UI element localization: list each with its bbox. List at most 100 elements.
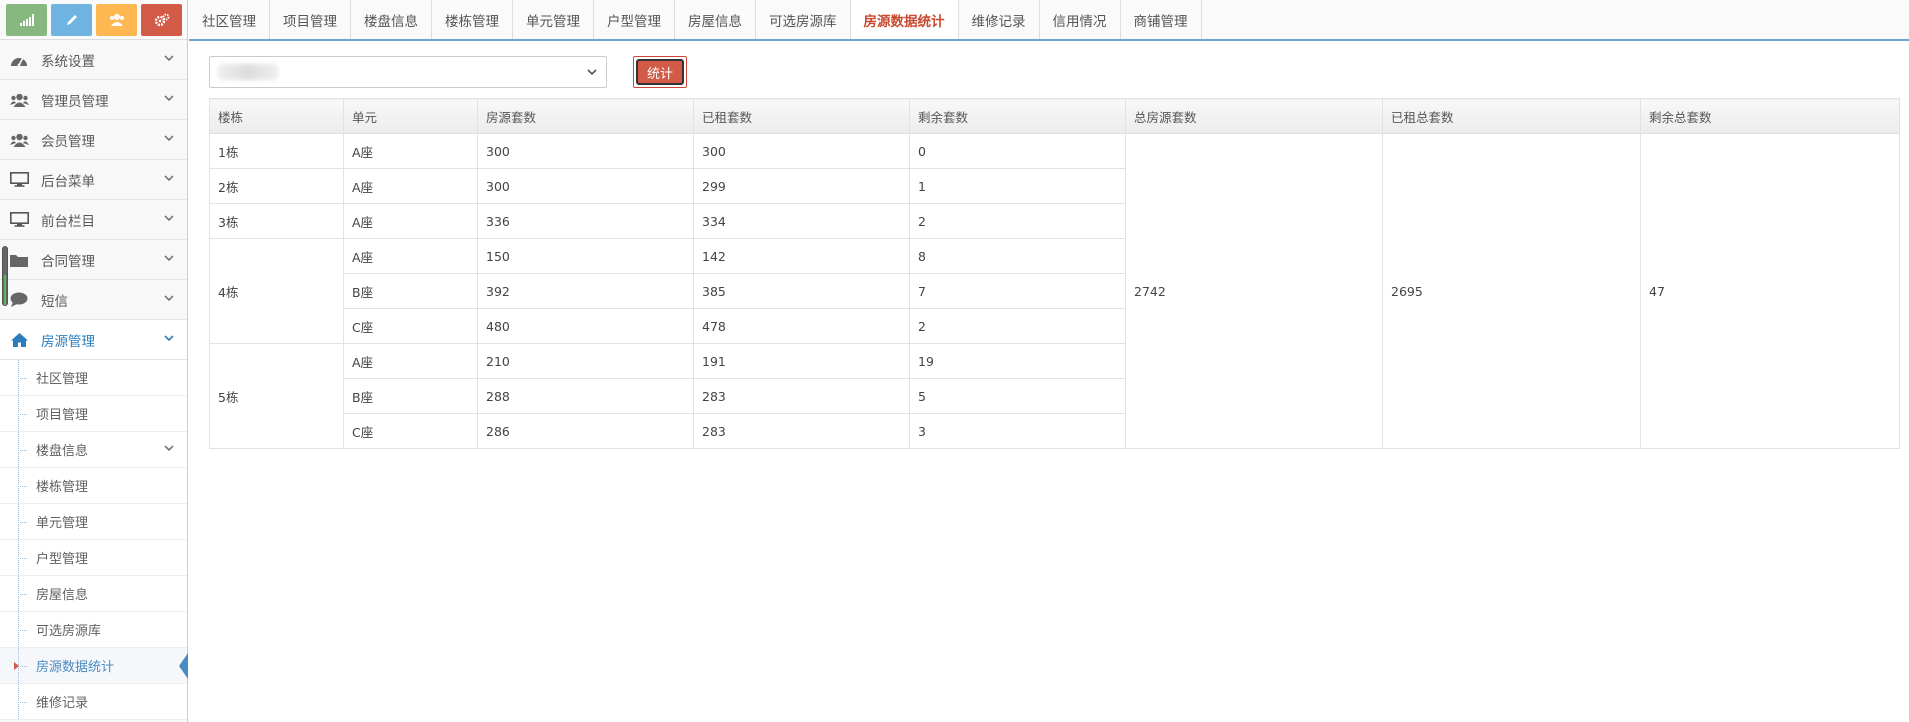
column-header-4[interactable]: 剩余套数 xyxy=(909,98,1126,134)
users-icon xyxy=(109,14,124,26)
cell-total: 150 xyxy=(477,238,694,274)
submenu-item-label: 可选房源库 xyxy=(36,624,102,639)
main-menu: 系统设置 管理员管理 会员管理 后台菜单 前台栏目 合同管理 短信 房源管理 社区管理 项目管理楼… xyxy=(0,40,188,720)
menu-item-6[interactable]: 短信 xyxy=(0,280,187,320)
submenu-item-1[interactable]: 项目管理 xyxy=(0,396,187,432)
chevron-down-icon xyxy=(164,175,174,182)
tab-0[interactable]: 社区管理 xyxy=(189,0,270,39)
cell-rented: 300 xyxy=(693,133,910,169)
column-header-0[interactable]: 楼栋 xyxy=(209,98,344,134)
chevron-down-icon xyxy=(164,445,174,452)
chevron-down-icon xyxy=(164,335,174,342)
tab-7[interactable]: 可选房源库 xyxy=(756,0,851,39)
submenu-item-4[interactable]: 单元管理 xyxy=(0,504,187,540)
menu-item-label: 房源管理 xyxy=(41,333,95,350)
cell-total: 286 xyxy=(477,413,694,449)
chevron-down-icon xyxy=(164,295,174,302)
submenu-item-8[interactable]: 房源数据统计 xyxy=(0,648,188,684)
users-icon xyxy=(10,93,32,107)
cell-remaining: 19 xyxy=(909,343,1126,379)
column-header-1[interactable]: 单元 xyxy=(343,98,478,134)
pencil-icon xyxy=(66,14,77,25)
cell-total: 300 xyxy=(477,168,694,204)
cell-total: 210 xyxy=(477,343,694,379)
tab-3[interactable]: 楼栋管理 xyxy=(432,0,513,39)
cell-total: 288 xyxy=(477,378,694,414)
submenu-item-label: 房屋信息 xyxy=(36,588,89,603)
cell-total: 300 xyxy=(477,133,694,169)
submenu-item-6[interactable]: 房屋信息 xyxy=(0,576,187,612)
cell-remaining: 8 xyxy=(909,238,1126,274)
submenu-item-label: 房源数据统计 xyxy=(36,660,115,675)
cell-building: 1栋 xyxy=(209,133,344,169)
main-content: 统计 楼栋 单元 房源套数 已租套数 剩余套数 总房源套数 已租总套数 剩余总套数 1栋 A座 3… xyxy=(209,56,1900,449)
column-header-6[interactable]: 已租总套数 xyxy=(1382,98,1641,134)
tab-9[interactable]: 维修记录 xyxy=(958,0,1040,39)
menu-item-label: 合同管理 xyxy=(41,253,95,270)
cell-unit: A座 xyxy=(343,343,478,379)
submenu-item-5[interactable]: 户型管理 xyxy=(0,540,187,576)
tab-1[interactable]: 项目管理 xyxy=(270,0,351,39)
submenu-item-label: 户型管理 xyxy=(36,552,89,567)
desktop-icon xyxy=(10,172,32,187)
cell-unit: A座 xyxy=(343,203,478,239)
chevron-down-icon xyxy=(164,55,174,62)
cell-total: 392 xyxy=(477,273,694,309)
menu-item-1[interactable]: 管理员管理 xyxy=(0,80,187,120)
submenu-item-2[interactable]: 楼盘信息 xyxy=(0,432,187,468)
cell-total: 336 xyxy=(477,203,694,239)
cell-rented: 191 xyxy=(693,343,910,379)
cell-rented: 478 xyxy=(693,308,910,344)
menu-item-5[interactable]: 合同管理 xyxy=(0,240,187,280)
cell-unit: B座 xyxy=(343,378,478,414)
submenu-housing: 社区管理项目管理 楼盘信息楼栋管理单元管理户型管理房屋信息可选房源库房源数据统计维… xyxy=(0,360,188,720)
tab-11[interactable]: 商铺管理 xyxy=(1120,0,1202,39)
shortcut-edit-button[interactable] xyxy=(51,3,92,36)
stat-button-label: 统计 xyxy=(636,59,684,85)
submenu-item-label: 单元管理 xyxy=(36,516,89,531)
tab-8[interactable]: 房源数据统计 xyxy=(850,0,959,39)
cell-summary-total: 2742 xyxy=(1125,133,1383,449)
column-header-5[interactable]: 总房源套数 xyxy=(1125,98,1383,134)
submenu-item-label: 楼栋管理 xyxy=(36,480,89,495)
table-row: 1栋 A座 300 300 0 2742 2695 47 xyxy=(209,133,1900,449)
statistics-table: 楼栋 单元 房源套数 已租套数 剩余套数 总房源套数 已租总套数 剩余总套数 1栋 A座 300 3… xyxy=(209,98,1900,449)
stat-button[interactable]: 统计 xyxy=(633,56,687,88)
menu-item-label: 管理员管理 xyxy=(41,93,109,110)
submenu-item-label: 社区管理 xyxy=(36,372,89,387)
column-header-7[interactable]: 剩余总套数 xyxy=(1640,98,1900,134)
cell-unit: C座 xyxy=(343,413,478,449)
shortcut-stats-button[interactable] xyxy=(6,3,47,36)
community-select[interactable] xyxy=(209,56,607,88)
tab-4[interactable]: 单元管理 xyxy=(513,0,594,39)
tab-6[interactable]: 房屋信息 xyxy=(675,0,756,39)
sidebar-scroll-handle[interactable] xyxy=(2,246,8,306)
menu-item-label: 会员管理 xyxy=(41,133,95,150)
menu-item-7[interactable]: 房源管理 xyxy=(0,320,187,360)
chevron-down-icon xyxy=(164,215,174,222)
tab-2[interactable]: 楼盘信息 xyxy=(351,0,432,39)
folder-icon xyxy=(10,253,32,267)
cell-summary-rented: 2695 xyxy=(1382,133,1641,449)
menu-item-label: 后台菜单 xyxy=(41,173,95,190)
shortcut-settings-button[interactable] xyxy=(141,3,182,36)
cell-rented: 142 xyxy=(693,238,910,274)
menu-item-2[interactable]: 会员管理 xyxy=(0,120,187,160)
shortcut-users-button[interactable] xyxy=(96,3,137,36)
chevron-down-icon xyxy=(587,69,597,76)
column-header-3[interactable]: 已租套数 xyxy=(693,98,910,134)
submenu-item-0[interactable]: 社区管理 xyxy=(0,360,187,396)
cell-remaining: 7 xyxy=(909,273,1126,309)
users-icon xyxy=(10,133,32,147)
tab-5[interactable]: 户型管理 xyxy=(594,0,675,39)
menu-item-4[interactable]: 前台栏目 xyxy=(0,200,187,240)
column-header-2[interactable]: 房源套数 xyxy=(477,98,694,134)
tab-10[interactable]: 信用情况 xyxy=(1039,0,1121,39)
submenu-item-9[interactable]: 维修记录 xyxy=(0,684,187,720)
menu-item-0[interactable]: 系统设置 xyxy=(0,40,187,80)
cell-building: 4栋 xyxy=(209,238,344,344)
cell-rented: 334 xyxy=(693,203,910,239)
menu-item-3[interactable]: 后台菜单 xyxy=(0,160,187,200)
submenu-item-3[interactable]: 楼栋管理 xyxy=(0,468,187,504)
submenu-item-7[interactable]: 可选房源库 xyxy=(0,612,187,648)
